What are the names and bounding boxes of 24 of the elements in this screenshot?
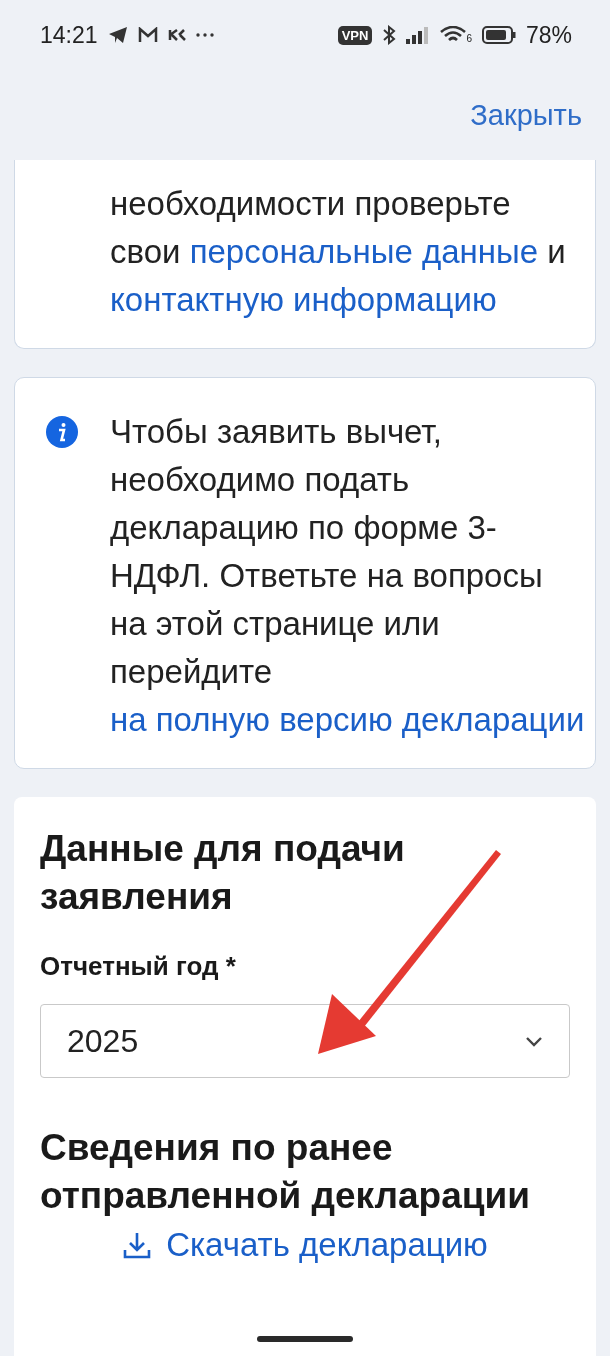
section-title: Сведения по ранее отправленной декларации: [40, 1126, 532, 1218]
chevron-down-icon: [525, 1035, 543, 1047]
text-link[interactable]: на полную версию декларации: [110, 701, 585, 738]
info-icon: [46, 416, 78, 448]
battery-level: 78%: [525, 21, 572, 49]
text-link[interactable]: контактную информацию: [110, 281, 497, 318]
vk-icon: [167, 28, 186, 42]
notice-text: необходимости проверьте свои персональные данные и контактную информацию: [110, 184, 567, 320]
field-label: Отчетный год *: [40, 951, 237, 982]
signal-icon: [406, 26, 431, 44]
download-link[interactable]: Скачать декларацию: [122, 1226, 488, 1264]
status-time: 14:21: [40, 21, 98, 49]
network-type-label: 6: [466, 33, 472, 44]
more-icon: [195, 33, 214, 37]
download-icon: [122, 1230, 153, 1260]
form-title: Данные для подачи заявления: [40, 827, 406, 919]
bluetooth-icon: [382, 25, 397, 45]
mail-icon: [137, 27, 158, 43]
close-link[interactable]: Закрыть: [470, 98, 582, 132]
year-select[interactable]: 2025: [40, 1004, 570, 1078]
text-link[interactable]: персональные данные: [189, 233, 539, 270]
paper-plane-icon: [107, 26, 128, 44]
battery-icon: [481, 26, 516, 44]
vpn-badge: VPN: [337, 25, 373, 45]
